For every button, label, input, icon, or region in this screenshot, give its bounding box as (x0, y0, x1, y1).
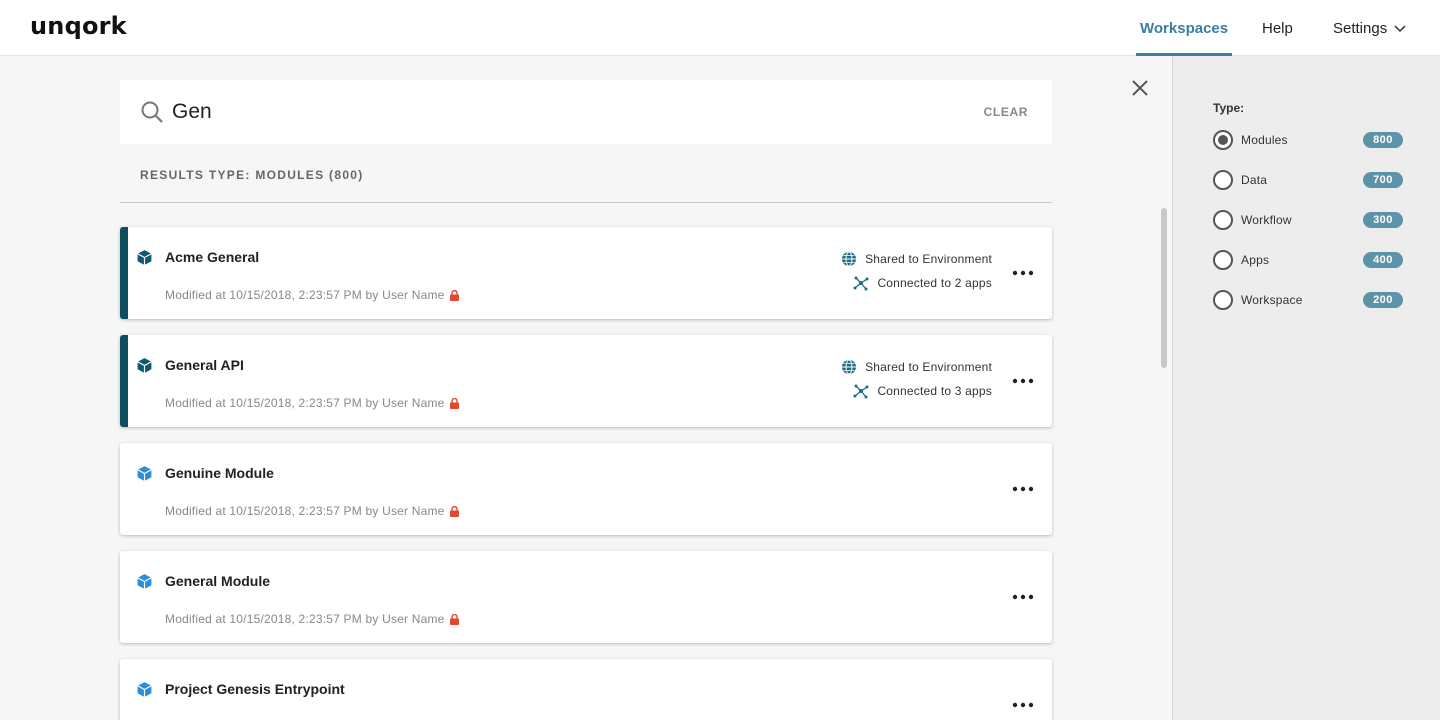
connected-text: Connected to 2 apps (877, 276, 992, 290)
module-icon (137, 574, 152, 589)
card-meta: Modified at 10/15/2018, 2:23:57 PM by Us… (165, 288, 459, 302)
filter-option-label: Workflow (1241, 213, 1292, 227)
card-modified-text: Modified at 10/15/2018, 2:23:57 PM by Us… (165, 504, 445, 518)
card-title[interactable]: Project Genesis Entrypoint (165, 681, 345, 697)
card-modified-text: Modified at 10/15/2018, 2:23:57 PM by Us… (165, 612, 445, 626)
lock-icon (449, 505, 459, 517)
search-input[interactable] (172, 96, 952, 128)
radio-button[interactable] (1213, 250, 1233, 270)
nav-workspaces[interactable]: Workspaces (1135, 0, 1233, 56)
module-icon (137, 250, 152, 265)
filter-sidebar: Type: Modules 800 Data 700 Workflow 300 … (1172, 56, 1440, 720)
filter-option-label: Modules (1241, 133, 1288, 147)
connected-text: Connected to 3 apps (877, 384, 992, 398)
count-badge: 200 (1363, 292, 1403, 308)
filter-option-modules[interactable]: Modules 800 (1213, 128, 1403, 152)
card-meta: Modified at 10/15/2018, 2:23:57 PM by Us… (165, 396, 459, 410)
result-card[interactable]: Project Genesis Entrypoint (120, 659, 1052, 720)
more-options-icon[interactable] (1012, 587, 1034, 607)
result-card[interactable]: Acme General Modified at 10/15/2018, 2:2… (120, 227, 1052, 319)
card-meta: Modified at 10/15/2018, 2:23:57 PM by Us… (165, 504, 459, 518)
shared-status: Shared to Environment (841, 359, 992, 375)
shared-status: Shared to Environment (841, 251, 992, 267)
nav-help[interactable]: Help (1262, 0, 1293, 56)
card-title[interactable]: Acme General (165, 249, 259, 265)
nav-settings-label: Settings (1333, 19, 1388, 37)
more-options-icon[interactable] (1012, 695, 1034, 715)
chevron-down-icon (1394, 25, 1406, 33)
count-badge: 800 (1363, 132, 1403, 148)
card-meta: Modified at 10/15/2018, 2:23:57 PM by Us… (165, 612, 459, 626)
connected-status: Connected to 2 apps (853, 275, 992, 291)
radio-button[interactable] (1213, 210, 1233, 230)
shared-text: Shared to Environment (865, 360, 992, 374)
search-bar: CLEAR (120, 80, 1052, 144)
result-card[interactable]: Genuine Module Modified at 10/15/2018, 2… (120, 443, 1052, 535)
filter-option-apps[interactable]: Apps 400 (1213, 248, 1403, 272)
connected-status: Connected to 3 apps (853, 383, 992, 399)
lock-icon (449, 397, 459, 409)
search-results-panel: CLEAR RESULTS TYPE: MODULES (800) Acme G… (0, 56, 1172, 720)
search-icon (141, 101, 163, 123)
card-title[interactable]: General API (165, 357, 244, 373)
top-bar: unqork Workspaces Help Settings (0, 0, 1440, 56)
filter-option-data[interactable]: Data 700 (1213, 168, 1403, 192)
results-type-label: RESULTS TYPE: MODULES (800) (140, 168, 364, 182)
network-icon (853, 384, 869, 399)
scrollbar-thumb[interactable] (1161, 208, 1167, 368)
close-icon[interactable] (1130, 78, 1150, 98)
globe-icon (842, 359, 857, 375)
count-badge: 300 (1363, 212, 1403, 228)
more-options-icon[interactable] (1012, 479, 1034, 499)
divider (120, 202, 1052, 203)
filter-option-workflow[interactable]: Workflow 300 (1213, 208, 1403, 232)
filter-option-label: Workspace (1241, 293, 1303, 307)
result-card[interactable]: General Module Modified at 10/15/2018, 2… (120, 551, 1052, 643)
module-icon (137, 466, 152, 481)
radio-button[interactable] (1213, 170, 1233, 190)
logo[interactable]: unqork (30, 12, 127, 40)
module-icon (137, 682, 152, 697)
globe-icon (842, 251, 857, 267)
radio-button[interactable] (1213, 290, 1233, 310)
card-title[interactable]: Genuine Module (165, 465, 274, 481)
module-icon (137, 358, 152, 373)
count-badge: 400 (1363, 252, 1403, 268)
filter-type-label: Type: (1213, 101, 1245, 115)
nav-settings[interactable]: Settings (1333, 0, 1407, 56)
radio-button[interactable] (1213, 130, 1233, 150)
card-title[interactable]: General Module (165, 573, 270, 589)
filter-option-workspace[interactable]: Workspace 200 (1213, 288, 1403, 312)
count-badge: 700 (1363, 172, 1403, 188)
more-options-icon[interactable] (1012, 371, 1034, 391)
shared-text: Shared to Environment (865, 252, 992, 266)
network-icon (853, 276, 869, 291)
card-modified-text: Modified at 10/15/2018, 2:23:57 PM by Us… (165, 288, 445, 302)
card-modified-text: Modified at 10/15/2018, 2:23:57 PM by Us… (165, 396, 445, 410)
filter-option-label: Apps (1241, 253, 1270, 267)
more-options-icon[interactable] (1012, 263, 1034, 283)
lock-icon (449, 613, 459, 625)
clear-button[interactable]: CLEAR (984, 105, 1028, 119)
result-card[interactable]: General API Modified at 10/15/2018, 2:23… (120, 335, 1052, 427)
lock-icon (449, 289, 459, 301)
filter-option-label: Data (1241, 173, 1268, 187)
